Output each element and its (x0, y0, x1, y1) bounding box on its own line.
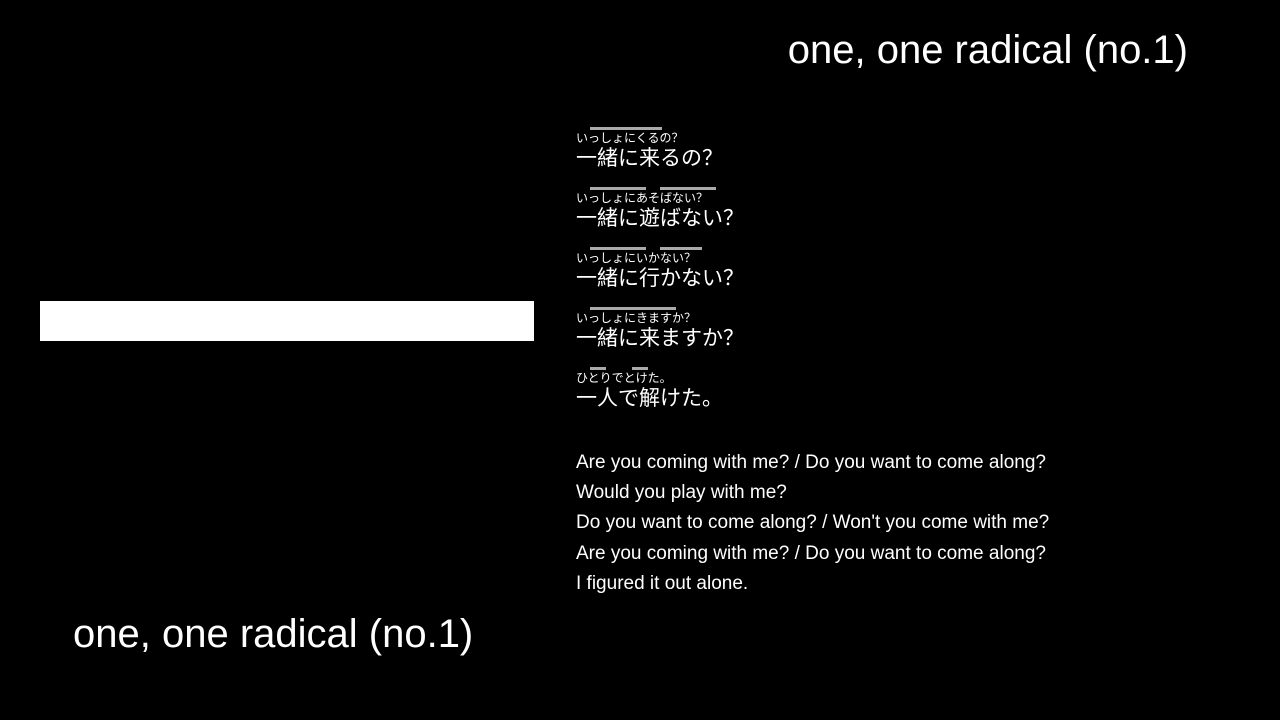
example-sentence: いっしょにくるの？ 一緒に来るの？ (576, 125, 1216, 185)
english-translations: Are you coming with me? / Do you want to… (576, 448, 1256, 599)
example-sentence: ひとりでとけた。 一人で解けた。 (576, 365, 1216, 425)
furigana-reading: いっしょにいかない？ (576, 251, 697, 265)
example-sentences: いっしょにくるの？ 一緒に来るの？ いっしょにあそばない？ 一緒に遊ばない？ い… (576, 125, 1216, 425)
furigana-reading: いっしょにくるの？ (576, 131, 684, 145)
reading-mark (660, 187, 716, 190)
japanese-sentence: 一緒に来るの？ (576, 146, 723, 170)
translation-line: Are you coming with me? / Do you want to… (576, 542, 1046, 564)
japanese-sentence: 一緒に遊ばない？ (576, 206, 744, 230)
reading-mark (632, 367, 648, 370)
reading-mark (590, 187, 646, 190)
furigana-reading: いっしょにきますか？ (576, 311, 697, 325)
flashcard-stage: one, one radical (no.1) いっしょにくるの？ 一緒に来るの… (0, 0, 1280, 720)
translation-line: I figured it out alone. (576, 572, 749, 594)
radical-title-bottom: one, one radical (no.1) (73, 612, 474, 656)
example-sentence: いっしょにあそばない？ 一緒に遊ばない？ (576, 185, 1216, 245)
reading-mark (590, 247, 646, 250)
example-sentence: いっしょにいかない？ 一緒に行かない？ (576, 245, 1216, 305)
reading-mark (590, 367, 606, 370)
japanese-sentence: 一緒に行かない？ (576, 266, 744, 290)
reading-mark (660, 247, 702, 250)
translation-line: Would you play with me? (576, 482, 787, 504)
reading-mark (590, 127, 662, 130)
furigana-reading: ひとりでとけた。 (576, 371, 672, 385)
reading-mark (590, 307, 676, 310)
furigana-reading: いっしょにあそばない？ (576, 191, 709, 205)
japanese-sentence: 一緒に来ますか？ (576, 326, 744, 350)
translation-line: Do you want to come along? / Won't you c… (576, 512, 1050, 534)
translation-line: Are you coming with me? / Do you want to… (576, 452, 1046, 473)
radical-one-glyph (40, 301, 534, 341)
japanese-sentence: 一人で解けた。 (576, 386, 723, 410)
example-sentence: いっしょにきますか？ 一緒に来ますか？ (576, 305, 1216, 365)
radical-title-top: one, one radical (no.1) (787, 28, 1188, 72)
